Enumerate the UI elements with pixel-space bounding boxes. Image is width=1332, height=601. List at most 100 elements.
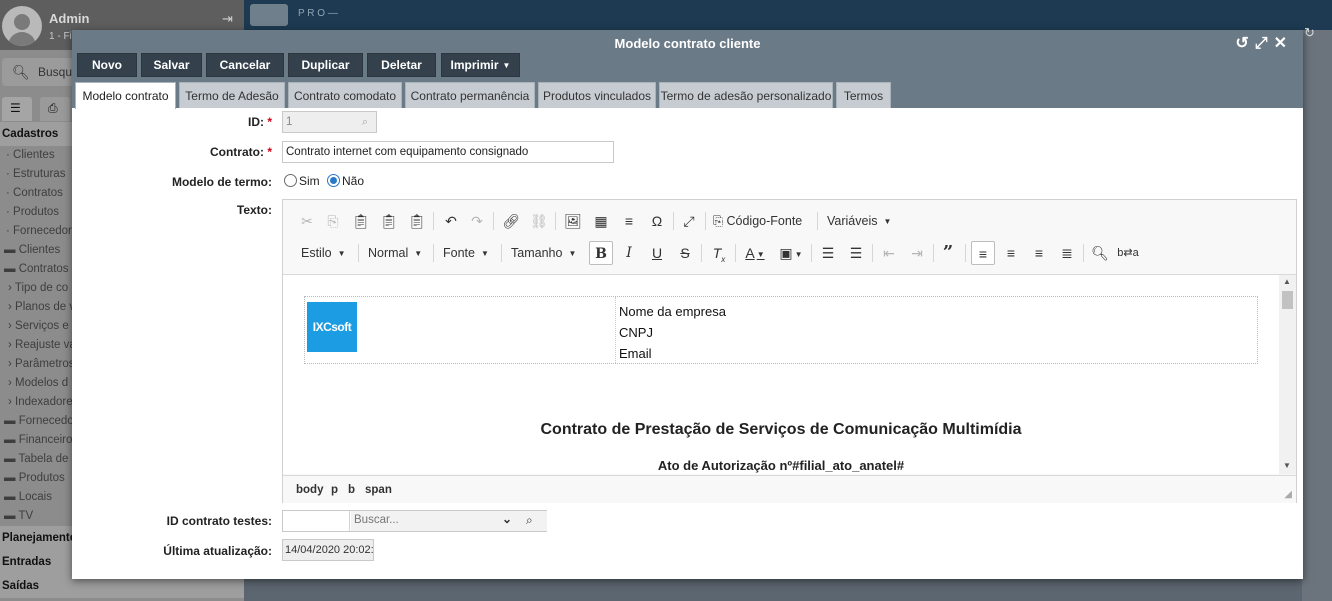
contrato-field[interactable]: Contrato internet com equipamento consig… bbox=[282, 141, 614, 163]
avatar[interactable] bbox=[2, 6, 42, 46]
source-code-button[interactable]: ⎘ Código-Fonte bbox=[713, 209, 802, 233]
nav-item-label: Reajuste va bbox=[15, 339, 76, 351]
find-icon[interactable]: 🔍︎ bbox=[1088, 241, 1112, 265]
ultima-atualizacao-label: Última atualização: bbox=[163, 544, 272, 558]
special-char-icon[interactable]: Ω bbox=[645, 209, 669, 233]
scroll-thumb[interactable] bbox=[1282, 291, 1293, 309]
company-logo: IXCsoft bbox=[307, 302, 357, 352]
chevron-down-icon[interactable]: ⌄ bbox=[502, 512, 512, 526]
tab-produtos-vinculados[interactable]: Produtos vinculados bbox=[538, 82, 656, 108]
chevron-right-icon: › bbox=[8, 377, 12, 389]
maximize-icon[interactable]: ⤢ bbox=[1255, 35, 1274, 52]
path-span[interactable]: span bbox=[365, 484, 392, 496]
logo-text: IXCsoft bbox=[312, 320, 352, 334]
sidebar-tab-print[interactable]: ⎙ bbox=[40, 97, 70, 121]
unlink-icon[interactable]: ⛓ bbox=[527, 209, 551, 233]
folder-icon: ▬ bbox=[4, 472, 16, 484]
outdent-icon[interactable]: ⇤ bbox=[877, 241, 901, 265]
redo-icon[interactable]: ↷ bbox=[465, 209, 489, 233]
id-teste-select[interactable]: Buscar... bbox=[351, 511, 547, 531]
modal-window: Modelo contrato cliente ↺⤢✕ Novo Salvar … bbox=[72, 30, 1303, 579]
variaveis-dropdown[interactable]: Variáveis ▼ bbox=[827, 209, 891, 233]
ultima-atualizacao-field[interactable]: 14/04/2020 20:02:1 bbox=[282, 539, 374, 561]
id-teste-input[interactable] bbox=[283, 511, 350, 531]
nav-item-label: Planos de v bbox=[15, 301, 76, 313]
remove-format-icon[interactable]: Tx bbox=[707, 241, 731, 265]
id-value: 1 bbox=[286, 116, 293, 128]
tab-termo-adesao-personalizado[interactable]: Termo de adesão personalizado bbox=[659, 82, 833, 108]
numbered-list-icon[interactable]: ☰ bbox=[816, 241, 840, 265]
table-icon[interactable]: ▦ bbox=[589, 209, 613, 233]
tab-modelo-contrato[interactable]: Modelo contrato bbox=[75, 82, 176, 109]
horizontal-line-icon[interactable]: ≡ bbox=[617, 209, 641, 233]
nav-item-label: Contratos bbox=[18, 263, 69, 275]
duplicar-button[interactable]: Duplicar bbox=[288, 53, 363, 77]
background-color-icon[interactable]: ▣ ▼ bbox=[779, 241, 803, 265]
id-field[interactable]: 1 ⌕ bbox=[282, 111, 377, 133]
tab-termos[interactable]: Termos bbox=[836, 82, 891, 108]
undo-icon[interactable]: ↶ bbox=[439, 209, 463, 233]
image-icon[interactable]: 🖼︎ bbox=[561, 209, 585, 233]
cut-icon[interactable]: ✂ bbox=[295, 209, 319, 233]
paste-text-icon[interactable]: 📋︎ bbox=[377, 209, 401, 233]
folder-icon: ▬ bbox=[4, 415, 16, 427]
justify-icon[interactable]: ≣ bbox=[1055, 241, 1079, 265]
tab-contrato-comodato[interactable]: Contrato comodato bbox=[288, 82, 402, 108]
scroll-down-icon[interactable]: ▼ bbox=[1283, 461, 1291, 470]
logout-icon[interactable]: ⇥ bbox=[222, 11, 233, 27]
align-center-icon[interactable]: ≡ bbox=[999, 241, 1023, 265]
format-dropdown[interactable]: Normal ▼ bbox=[368, 241, 422, 265]
tab-contrato-permanencia[interactable]: Contrato permanência bbox=[405, 82, 535, 108]
nav-item-label: Fornecedor bbox=[13, 225, 72, 237]
fullscreen-icon[interactable]: ⤢ bbox=[677, 209, 701, 233]
imprimir-button[interactable]: Imprimir ▼ bbox=[441, 53, 520, 77]
path-b[interactable]: b bbox=[348, 484, 355, 496]
path-p[interactable]: p bbox=[331, 484, 338, 496]
paste-word-icon[interactable]: 📋︎ bbox=[405, 209, 429, 233]
link-icon[interactable]: 🔗︎ bbox=[499, 209, 523, 233]
tamanho-dropdown[interactable]: Tamanho ▼ bbox=[511, 241, 576, 265]
cancelar-button[interactable]: Cancelar bbox=[206, 53, 284, 77]
align-left-icon[interactable]: ≡ bbox=[971, 241, 995, 265]
search-icon[interactable]: ⌕ bbox=[526, 513, 533, 528]
bold-icon[interactable]: B bbox=[589, 241, 613, 265]
sim-radio[interactable] bbox=[284, 174, 297, 187]
bulleted-list-icon[interactable]: ☰ bbox=[844, 241, 868, 265]
editor-scrollbar[interactable]: ▲ ▼ bbox=[1279, 274, 1296, 474]
contrato-label-text: Contrato: bbox=[209, 145, 264, 159]
paste-icon[interactable]: 📋︎ bbox=[349, 209, 373, 233]
close-icon[interactable]: ✕ bbox=[1274, 35, 1293, 52]
nav-item-label: Produtos bbox=[13, 206, 60, 218]
sim-radio-option[interactable]: Sim bbox=[284, 174, 320, 188]
resize-handle-icon[interactable]: ◢ bbox=[1284, 489, 1292, 500]
blockquote-icon[interactable]: ” bbox=[936, 241, 960, 265]
fonte-dropdown[interactable]: Fonte ▼ bbox=[443, 241, 489, 265]
tab-termo-adesao[interactable]: Termo de Adesão bbox=[179, 82, 285, 108]
copy-icon[interactable]: ⎘ bbox=[321, 209, 345, 233]
salvar-button[interactable]: Salvar bbox=[141, 53, 202, 77]
editor-content-area[interactable]: IXCsoft Nome da empresa CNPJ Email Contr… bbox=[283, 274, 1279, 474]
strikethrough-icon[interactable]: S bbox=[673, 241, 697, 265]
replace-icon[interactable]: b⇄a bbox=[1116, 241, 1140, 265]
modal-title: Modelo contrato cliente bbox=[614, 36, 761, 51]
bg-window-title: P R O — bbox=[298, 8, 338, 19]
novo-button[interactable]: Novo bbox=[77, 53, 137, 77]
italic-icon[interactable]: I bbox=[617, 241, 641, 265]
nao-radio[interactable] bbox=[327, 174, 341, 187]
align-right-icon[interactable]: ≡ bbox=[1027, 241, 1051, 265]
sidebar-tab-list[interactable]: ☰ bbox=[2, 97, 32, 121]
folder-icon: ▬ bbox=[4, 491, 16, 503]
path-body[interactable]: body bbox=[296, 484, 323, 496]
text-color-icon[interactable]: A ▼ bbox=[743, 241, 767, 265]
estilo-dropdown[interactable]: Estilo ▼ bbox=[301, 241, 346, 265]
history-icon[interactable]: ↺ bbox=[1235, 35, 1254, 52]
deletar-button[interactable]: Deletar bbox=[367, 53, 436, 77]
indent-icon[interactable]: ⇥ bbox=[905, 241, 929, 265]
nao-radio-option[interactable]: Não bbox=[327, 174, 364, 188]
scroll-up-icon[interactable]: ▲ bbox=[1283, 277, 1291, 286]
contrato-label: Contrato: * bbox=[72, 145, 272, 159]
nav-item-label: Clientes bbox=[13, 149, 55, 161]
underline-icon[interactable]: U bbox=[645, 241, 669, 265]
bg-window-bar: P R O — bbox=[244, 0, 1332, 30]
separator bbox=[817, 212, 818, 230]
